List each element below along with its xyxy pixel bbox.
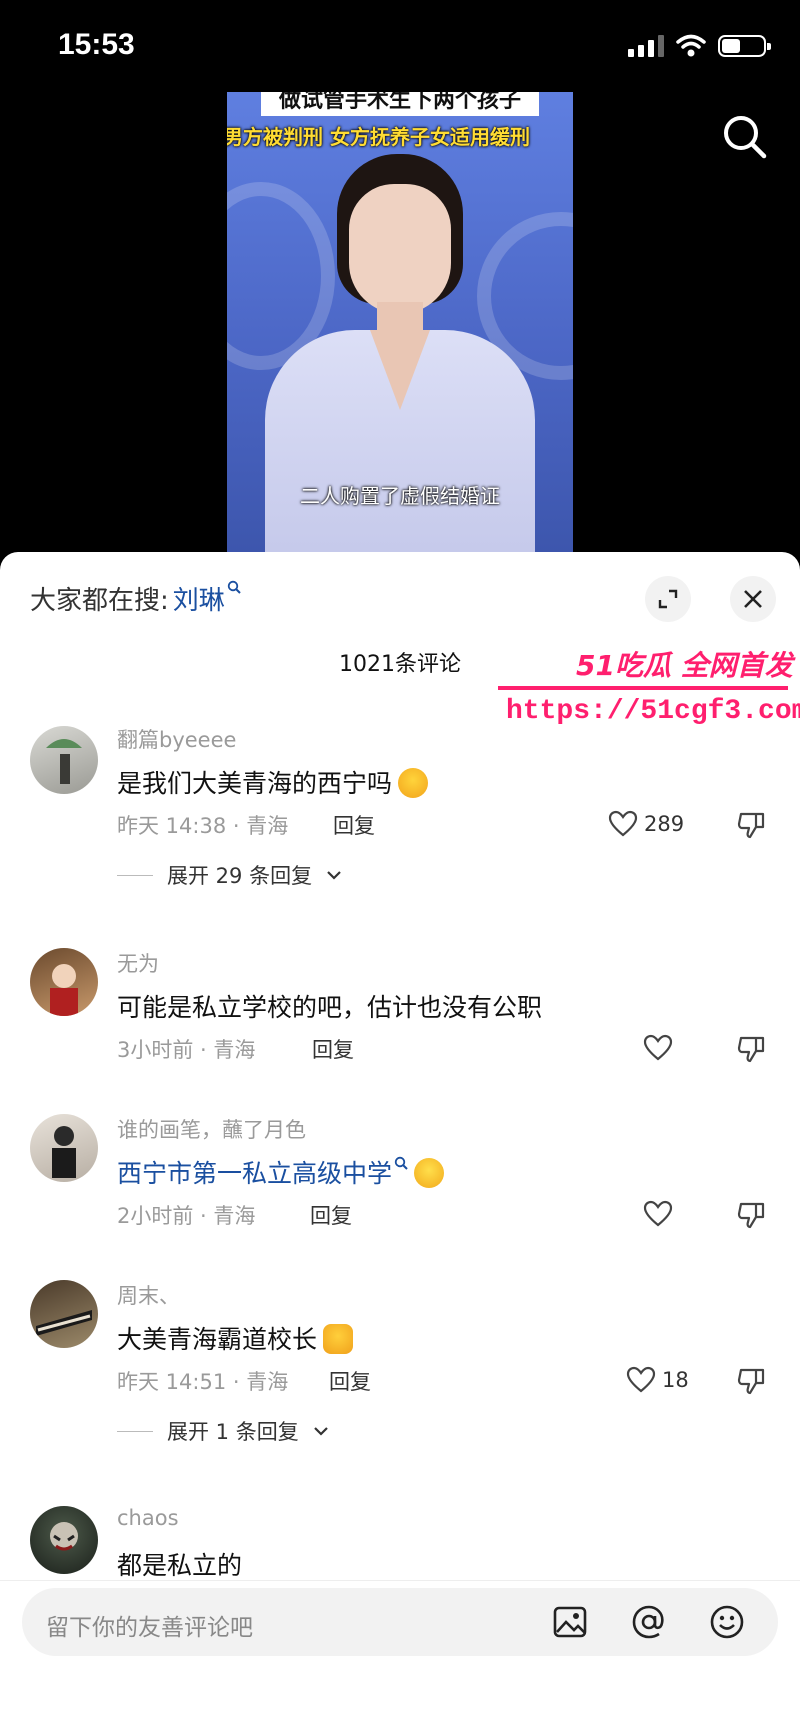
expand-replies-label: 展开 1 条回复 [167,1420,299,1444]
status-icons [628,34,771,58]
trending-search[interactable]: 大家都在搜: 刘琳 [30,580,241,617]
search-icon [227,578,241,599]
thumb-down-icon[interactable] [736,1366,766,1396]
laughing-with-tears-emoji-icon [398,768,429,798]
comment-text: 是我们大美青海的西宁吗 [117,764,429,800]
comment-text[interactable]: 西宁市第一私立高级中学 [117,1154,445,1190]
expand-button[interactable] [645,576,691,622]
grinning-emoji-icon [414,1158,445,1188]
heart-icon [626,1366,656,1393]
watermark-url: https://51cgf3.com [506,696,800,727]
divider [117,874,153,876]
like-button[interactable]: 18 [626,1366,689,1394]
like-count: 289 [644,812,685,836]
comment-meta: 2小时前 · 青海 [117,1204,256,1228]
comment-input[interactable]: 留下你的友善评论吧 [46,1608,253,1642]
reply-button[interactable]: 回复 [329,1366,371,1396]
comment-author[interactable]: 翻篇byeeee [117,724,236,754]
comment-item: chaos 都是私立的 [0,1506,800,1580]
comment-item: 翻篇byeeee 是我们大美青海的西宁吗 昨天 14:38 · 青海 回复 28… [0,724,800,924]
avatar[interactable] [30,726,98,794]
like-button[interactable] [643,1034,673,1062]
like-button[interactable] [643,1200,673,1228]
reply-button[interactable]: 回复 [312,1034,354,1064]
news-anchor-collar [370,330,430,410]
expand-replies-label: 展开 29 条回复 [167,864,313,888]
comment-item: 周末、 大美青海霸道校长 昨天 14:51 · 青海 回复 18 展开 1 条回… [0,1280,800,1480]
avatar[interactable] [30,1280,98,1348]
emoji-icon[interactable] [709,1604,745,1640]
heart-icon [643,1200,673,1227]
comment-author[interactable]: 谁的画笔，蘸了月色 [117,1114,306,1144]
watermark: 51吃瓜 全网首发 https://51cgf3.com [498,644,800,734]
battery-icon [718,35,771,57]
trending-label: 大家都在搜: [30,586,169,616]
home-indicator-area [0,1674,800,1731]
thumb-down-icon[interactable] [736,1200,766,1230]
at-icon[interactable] [631,1604,667,1640]
divider [117,1430,153,1432]
video-player[interactable]: 做试管手术生下两个孩子 男方被判刑 女方抚养子女适用缓刑 二人购置了虚假结婚证 [0,92,800,552]
comment-panel: 大家都在搜: 刘琳 1021条评论 51吃瓜 全网首发 https://51cg… [0,552,800,1731]
video-subtitle: 二人购置了虚假结婚证 [300,484,500,508]
watermark-brand: 51吃瓜 全网首发 [576,649,793,682]
trending-keyword[interactable]: 刘琳 [173,580,225,617]
heart-icon [608,810,638,837]
video-frame[interactable]: 做试管手术生下两个孩子 男方被判刑 女方抚养子女适用缓刑 二人购置了虚假结婚证 [227,92,573,552]
like-count: 18 [662,1368,689,1392]
comment-input-bar[interactable]: 留下你的友善评论吧 [22,1588,778,1656]
comment-author[interactable]: chaos [117,1506,179,1530]
thumbs-up-emoji-icon [323,1324,354,1354]
reply-button[interactable]: 回复 [333,810,375,840]
comment-meta: 昨天 14:51 · 青海 [117,1370,289,1394]
wifi-icon [676,34,706,57]
video-banner-subheadline: 男方被判刑 女方抚养子女适用缓刑 [227,125,530,149]
comment-text: 可能是私立学校的吧，估计也没有公职 [117,993,543,1022]
expand-replies-button[interactable]: 展开 29 条回复 [117,860,342,890]
search-icon[interactable] [720,112,770,162]
comment-item: 无为 可能是私立学校的吧，估计也没有公职 3小时前 · 青海 回复 [0,948,800,1088]
avatar[interactable] [30,948,98,1016]
avatar[interactable] [30,1506,98,1574]
expand-icon [658,589,678,609]
image-icon[interactable] [552,1604,588,1640]
comment-author[interactable]: 周末、 [117,1280,180,1310]
chevron-down-icon [327,871,341,880]
cellular-signal-icon [628,35,664,57]
watermark-line [498,686,788,690]
thumb-down-icon[interactable] [736,810,766,840]
chevron-down-icon [313,1427,328,1436]
comment-text: 都是私立的 [117,1551,243,1580]
comment-meta: 3小时前 · 青海 [117,1038,256,1062]
status-time: 15:53 [58,28,135,61]
like-button[interactable]: 289 [608,810,684,838]
search-icon [394,1156,408,1170]
heart-icon [643,1034,673,1061]
comment-search-link[interactable]: 西宁市第一私立高级中学 [117,1159,392,1188]
comment-text-content: 大美青海霸道校长 [117,1325,318,1354]
comment-text-content: 是我们大美青海的西宁吗 [117,769,393,798]
status-bar: 15:53 [0,0,800,92]
close-button[interactable] [730,576,776,622]
divider [0,1580,800,1581]
video-banner-headline: 做试管手术生下两个孩子 [261,92,539,116]
thumb-down-icon[interactable] [736,1034,766,1064]
comment-author[interactable]: 无为 [117,948,159,978]
comment-meta: 昨天 14:38 · 青海 [117,814,289,838]
reply-button[interactable]: 回复 [310,1200,352,1230]
avatar[interactable] [30,1114,98,1182]
comment-text: 大美青海霸道校长 [117,1320,354,1356]
news-anchor-face [349,184,451,314]
comment-item: 谁的画笔，蘸了月色 西宁市第一私立高级中学 2小时前 · 青海 回复 [0,1114,800,1254]
close-icon [744,590,762,608]
expand-replies-button[interactable]: 展开 1 条回复 [117,1416,329,1446]
